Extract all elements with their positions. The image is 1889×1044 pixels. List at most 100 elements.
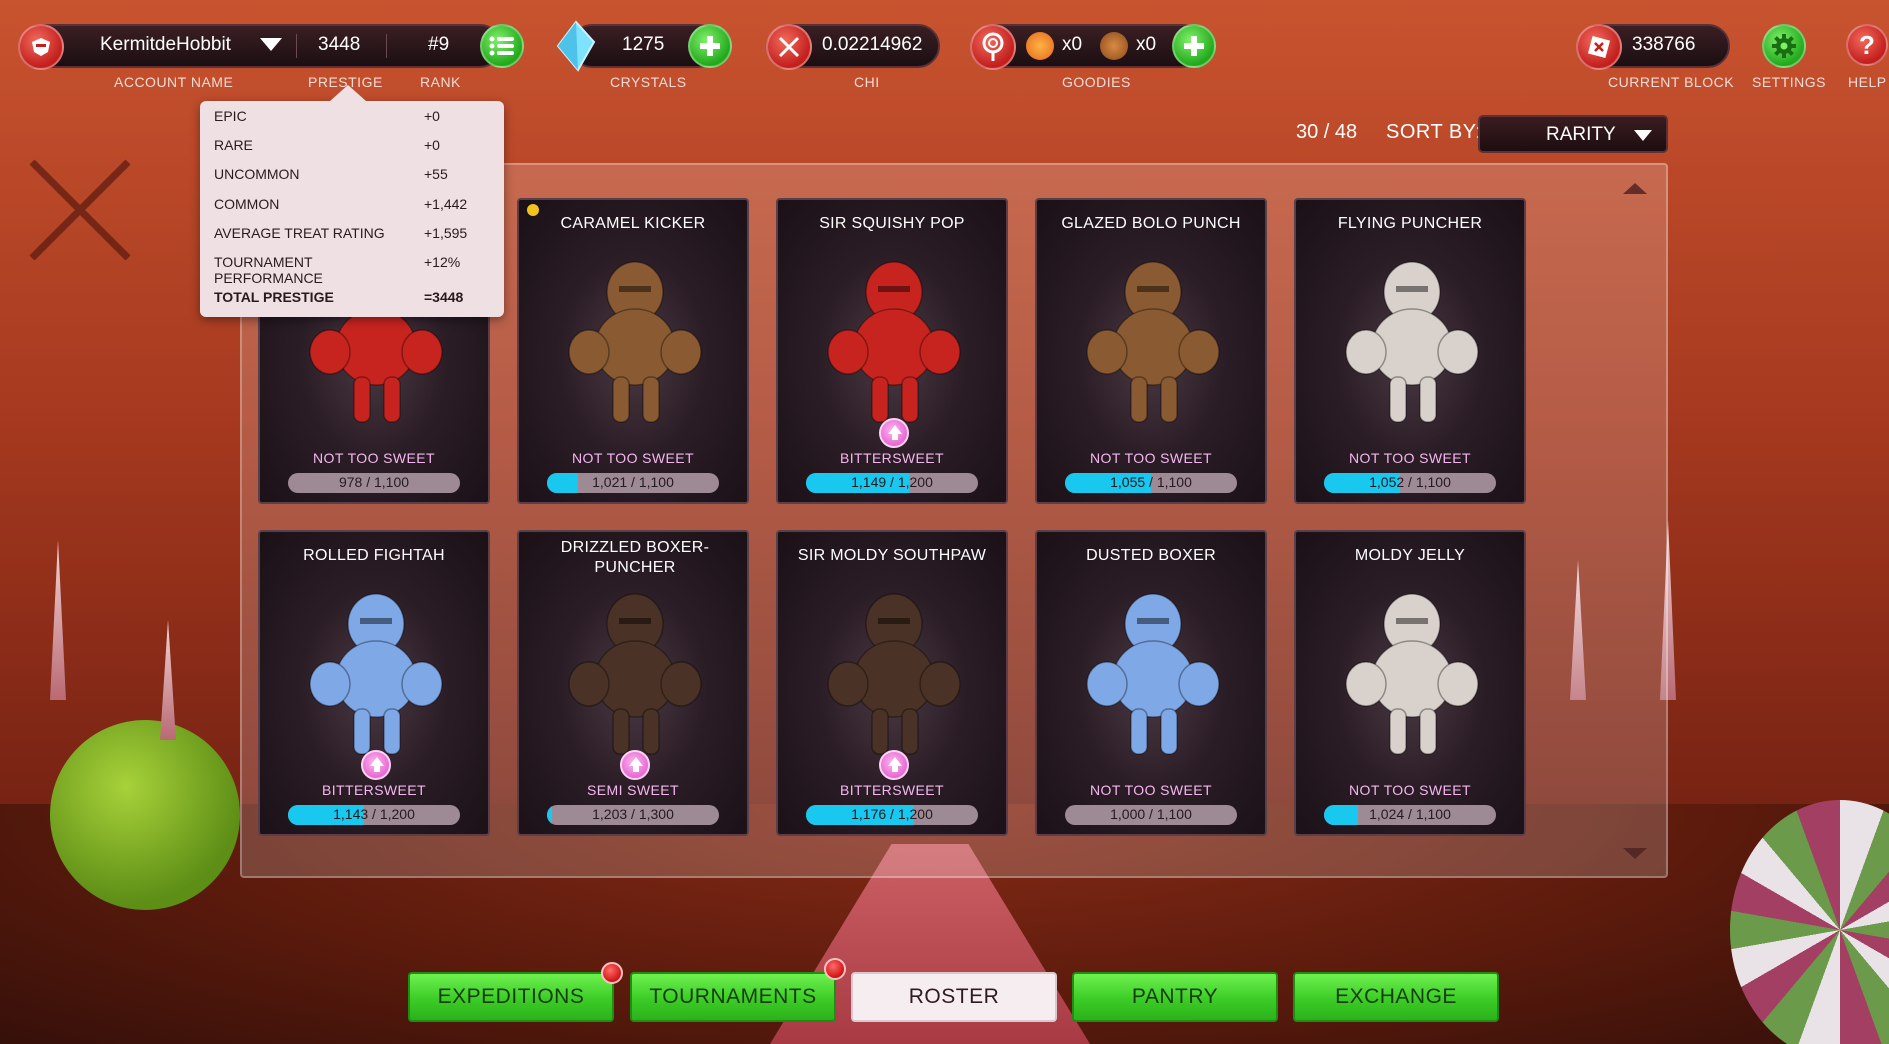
crystal-icon [556, 20, 596, 72]
xp-text: 1,055 / 1,100 [1110, 474, 1192, 490]
rank-value: #9 [428, 34, 450, 55]
xp-text: 1,149 / 1,200 [851, 474, 933, 490]
tournaments-notification-badge [824, 958, 846, 980]
fighter-name: DUSTED BOXER [1086, 547, 1216, 564]
crystals-value: 1275 [622, 34, 665, 55]
fighter-card[interactable]: MOLDY JELLY NOT TOO SWEET 1,024 / 1,100 [1294, 530, 1526, 836]
tooltip-value: +55 [424, 166, 448, 182]
xp-progress-bar: 1,176 / 1,200 [806, 805, 978, 825]
account-name: KermitdeHobbit [100, 34, 231, 55]
tooltip-key: EPIC [214, 108, 247, 124]
chi-value: 0.02214962 [822, 34, 923, 55]
tooltip-value: +0 [424, 137, 440, 153]
add-crystals-button[interactable] [688, 24, 732, 68]
fighter-figure [1086, 593, 1220, 755]
sort-by-label: SORT BY: [1386, 121, 1482, 143]
tournaments-button[interactable]: TOURNAMENTS [630, 972, 836, 1022]
upgrade-arrow-icon[interactable] [879, 750, 909, 780]
tooltip-row: RARE +0 [214, 137, 494, 157]
roster-button[interactable]: ROSTER [851, 972, 1057, 1022]
tooltip-total-key: TOTAL PRESTIGE [214, 289, 334, 305]
settings-gear-icon[interactable] [1762, 24, 1806, 68]
fighter-card[interactable]: DUSTED BOXER NOT TOO SWEET 1,000 / 1,100 [1035, 530, 1267, 836]
fighter-card[interactable]: FLYING PUNCHER NOT TOO SWEET 1,052 / 1,100 [1294, 198, 1526, 504]
expeditions-notification-badge [601, 962, 623, 984]
tooltip-total-row: TOTAL PRESTIGE =3448 [214, 289, 494, 309]
prestige-breakdown-tooltip: EPIC +0 RARE +0 UNCOMMON +55 COMMON +1,4… [200, 85, 504, 317]
tooltip-key: RARE [214, 137, 253, 153]
fighter-figure [1345, 261, 1479, 423]
tournaments-label: TOURNAMENTS [649, 985, 817, 1008]
fighter-tier: NOT TOO SWEET [1090, 450, 1212, 466]
tooltip-key: AVERAGE TREAT RATING [214, 225, 385, 241]
scroll-up-arrow-icon[interactable] [1623, 183, 1647, 194]
help-label: HELP [1848, 74, 1887, 90]
upgrade-arrow-icon[interactable] [361, 750, 391, 780]
lollipop-icon [970, 24, 1016, 70]
xp-text: 1,176 / 1,200 [851, 806, 933, 822]
tooltip-row: UNCOMMON +55 [214, 166, 494, 186]
roster-count: 30 / 48 [1296, 121, 1358, 143]
fighter-card[interactable]: ROLLED FIGHTAH BITTERSWEET 1,143 / 1,200 [258, 530, 490, 836]
fighter-card[interactable]: SIR MOLDY SOUTHPAW BITTERSWEET 1,176 / 1,2… [776, 530, 1008, 836]
tooltip-key: TOURNAMENT PERFORMANCE [214, 254, 323, 286]
chi-icon [766, 24, 812, 70]
fighter-figure [568, 261, 702, 423]
fighter-figure [568, 593, 702, 755]
tooltip-value: +12% [424, 254, 461, 270]
fighter-tier: NOT TOO SWEET [1349, 782, 1471, 798]
xp-progress-bar: 1,024 / 1,100 [1324, 805, 1496, 825]
upgrade-arrow-icon[interactable] [879, 418, 909, 448]
xp-progress-bar: 1,021 / 1,100 [547, 473, 719, 493]
expeditions-button[interactable]: EXPEDITIONS [408, 972, 614, 1022]
add-goodies-button[interactable] [1172, 24, 1216, 68]
tooltip-row: AVERAGE TREAT RATING +1,595 [214, 225, 494, 245]
upgrade-arrow-icon[interactable] [620, 750, 650, 780]
xp-text: 1,052 / 1,100 [1369, 474, 1451, 490]
fighter-tier: NOT TOO SWEET [1349, 450, 1471, 466]
tooltip-value: +0 [424, 108, 440, 124]
leaderboard-list-icon[interactable] [480, 24, 524, 68]
tooltip-value: +1,442 [424, 196, 468, 212]
fighter-tier: NOT TOO SWEET [313, 450, 435, 466]
divider [386, 34, 387, 58]
background-candy-bear [50, 720, 240, 910]
fighter-tier: NOT TOO SWEET [1090, 782, 1212, 798]
exchange-button[interactable]: EXCHANGE [1293, 972, 1499, 1022]
xp-text: 1,000 / 1,100 [1110, 806, 1192, 822]
fighter-tier: BITTERSWEET [840, 782, 944, 798]
fighter-name: FLYING PUNCHER [1337, 215, 1483, 232]
help-question-icon[interactable]: ? [1846, 24, 1888, 66]
account-name-label: ACCOUNT NAME [114, 74, 234, 90]
xp-progress-bar: 1,055 / 1,100 [1065, 473, 1237, 493]
fighter-name: DRIZZLED BOXER-PUNCHER [560, 539, 710, 576]
account-avatar-icon[interactable] [18, 24, 64, 70]
background-spike [160, 620, 176, 740]
top-bar: KermitdeHobbit 3448 #9 ACCOUNT NAME PRES… [0, 0, 1889, 90]
xp-text: 978 / 1,100 [338, 474, 410, 490]
prestige-value[interactable]: 3448 [318, 34, 360, 56]
goodies-label: GOODIES [1062, 74, 1131, 90]
fire-goodie-icon [1026, 32, 1054, 60]
current-block-label: CURRENT BLOCK [1608, 74, 1735, 90]
pantry-button[interactable]: PANTRY [1072, 972, 1278, 1022]
current-block-value: 338766 [1632, 34, 1696, 55]
fighter-card[interactable]: GLAZED BOLO PUNCH NOT TOO SWEET 1,055 / 1,… [1035, 198, 1267, 504]
roster-label: ROSTER [908, 985, 1000, 1008]
fighter-card[interactable]: CARAMEL KICKER NOT TOO SWEET 1,021 / 1,100 [517, 198, 749, 504]
xp-progress-bar: 1,149 / 1,200 [806, 473, 978, 493]
xp-progress-bar: 1,203 / 1,300 [547, 805, 719, 825]
fighter-card[interactable]: DRIZZLED BOXER-PUNCHER SEMI SWEET 1,203 / … [517, 530, 749, 836]
fighter-tier: BITTERSWEET [322, 782, 426, 798]
fighter-figure [309, 593, 443, 755]
sort-by-dropdown[interactable]: RARITY [1478, 115, 1668, 153]
xp-text: 1,203 / 1,300 [592, 806, 674, 822]
account-dropdown-icon[interactable] [260, 38, 282, 51]
rank-label: RANK [420, 74, 461, 90]
fighter-card[interactable]: SIR SQUISHY POP BITTERSWEET 1,149 / 1,200 [776, 198, 1008, 504]
fighter-tier: BITTERSWEET [840, 450, 944, 466]
fighter-figure [827, 261, 961, 423]
sort-by-value: RARITY [1546, 124, 1616, 145]
scroll-down-arrow-icon[interactable] [1623, 848, 1647, 859]
crystals-label: CRYSTALS [610, 74, 687, 90]
